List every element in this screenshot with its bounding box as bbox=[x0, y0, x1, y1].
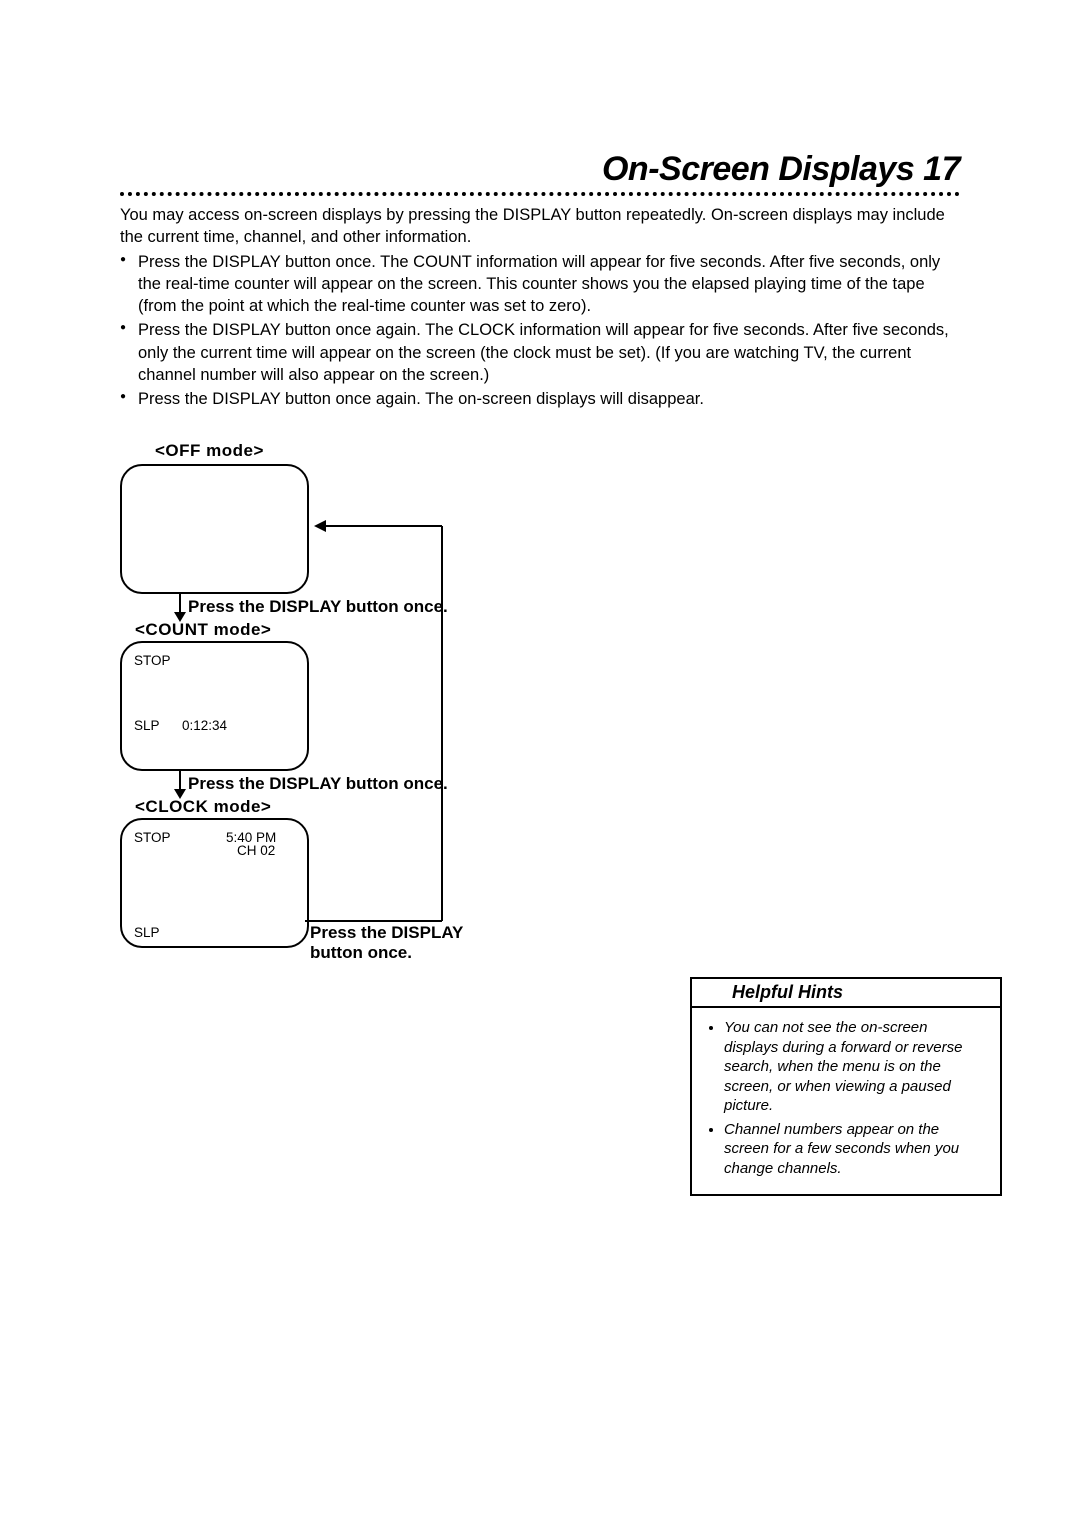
bullet-list: Press the DISPLAY button once. The COUNT… bbox=[120, 251, 960, 411]
bullet-item: Press the DISPLAY button once. The COUNT… bbox=[138, 251, 960, 318]
hint-item: Channel numbers appear on the screen for… bbox=[724, 1120, 984, 1179]
intro-text: You may access on-screen displays by pre… bbox=[120, 204, 960, 249]
hints-title: Helpful Hints bbox=[732, 982, 843, 1002]
divider bbox=[120, 192, 960, 196]
bullet-item: Press the DISPLAY button once again. The… bbox=[138, 388, 960, 410]
hint-item: You can not see the on-screen displays d… bbox=[724, 1018, 984, 1116]
helpful-hints-box: Helpful Hints You can not see the on-scr… bbox=[690, 977, 1002, 1196]
loop-arrow-icon bbox=[120, 441, 520, 1001]
bullet-item: Press the DISPLAY button once again. The… bbox=[138, 319, 960, 386]
mode-diagram: <OFF mode> Press the DISPLAY button once… bbox=[120, 441, 680, 1041]
page-title: On-Screen Displays 17 bbox=[120, 150, 960, 189]
